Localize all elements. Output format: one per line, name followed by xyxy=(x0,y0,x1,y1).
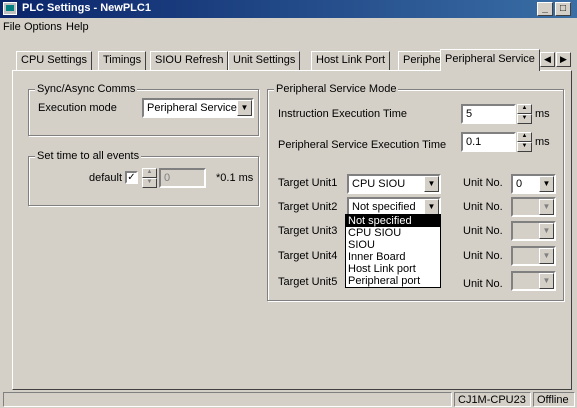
events-value-field: 0 xyxy=(159,168,206,188)
target-unit1-label: Target Unit1 xyxy=(278,177,338,189)
chevron-down-icon[interactable]: ▼ xyxy=(424,176,439,192)
maximize-button[interactable]: □ xyxy=(555,2,571,16)
unit-no-label: Unit No. xyxy=(463,278,503,290)
tab-cpu-settings[interactable]: CPU Settings xyxy=(16,51,93,70)
unit-no-label: Unit No. xyxy=(463,250,503,262)
set-time-events-title: Set time to all events xyxy=(35,150,142,162)
status-connection: Offline xyxy=(533,392,575,407)
tab-scroll-left-icon[interactable]: ◀ xyxy=(540,52,555,67)
target-unit3-no-select: ▼ xyxy=(511,221,556,241)
menu-help[interactable]: Help xyxy=(66,21,89,33)
events-spinner: ▲ ▼ xyxy=(142,168,157,188)
dropdown-option[interactable]: Not specified xyxy=(346,215,440,227)
events-unit-label: *0.1 ms xyxy=(216,172,254,184)
status-bar: CJ1M-CPU23 Offline xyxy=(0,391,577,408)
peripheral-service-mode-title: Peripheral Service Mode xyxy=(274,83,399,95)
target-unit4-label: Target Unit4 xyxy=(278,250,338,262)
sync-async-group: Sync/Async Comms Execution mode Peripher… xyxy=(28,83,259,136)
instruction-exec-time-spinner[interactable]: ▲ ▼ xyxy=(517,104,532,124)
target-unit1-select[interactable]: CPU SIOU ▼ xyxy=(347,174,441,194)
menu-options[interactable]: Options xyxy=(24,21,62,33)
menu-file[interactable]: File xyxy=(3,21,21,33)
sync-async-title: Sync/Async Comms xyxy=(35,83,138,95)
target-unit5-label: Target Unit5 xyxy=(278,276,338,288)
spin-down-icon[interactable]: ▼ xyxy=(517,142,532,152)
tab-host-link-port[interactable]: Host Link Port xyxy=(311,51,391,70)
chevron-down-icon[interactable]: ▼ xyxy=(424,199,439,215)
peripheral-exec-unit: ms xyxy=(535,136,550,148)
execution-mode-select[interactable]: Peripheral Service ▼ xyxy=(142,98,254,118)
tab-unit-settings[interactable]: Unit Settings xyxy=(228,51,301,70)
status-message-cell xyxy=(3,392,452,407)
chevron-down-icon: ▼ xyxy=(539,223,554,239)
tab-scroll-right-icon[interactable]: ▶ xyxy=(556,52,571,67)
default-label: default xyxy=(89,172,123,184)
menu-bar: File Options Help xyxy=(0,18,577,36)
default-checkbox[interactable]: ✓ xyxy=(125,171,138,184)
plc-app-icon xyxy=(3,2,17,15)
execution-mode-label: Execution mode xyxy=(38,102,117,114)
minimize-button[interactable]: _ xyxy=(537,2,553,16)
spin-up-icon: ▲ xyxy=(142,168,157,178)
status-model: CJ1M-CPU23 xyxy=(454,392,531,407)
target-unit3-label: Target Unit3 xyxy=(278,225,338,237)
spin-down-icon[interactable]: ▼ xyxy=(517,114,532,124)
peripheral-exec-time-field[interactable]: 0.1 xyxy=(461,132,516,152)
spin-up-icon[interactable]: ▲ xyxy=(517,104,532,114)
target-unit4-no-select: ▼ xyxy=(511,246,556,266)
spin-up-icon[interactable]: ▲ xyxy=(517,132,532,142)
chevron-down-icon: ▼ xyxy=(539,199,554,215)
tab-timings[interactable]: Timings xyxy=(98,51,147,70)
unit-no-label: Unit No. xyxy=(463,225,503,237)
chevron-down-icon: ▼ xyxy=(539,248,554,264)
dropdown-option[interactable]: Inner Board xyxy=(346,251,440,263)
tab-peripheral-service[interactable]: Peripheral Service xyxy=(440,49,540,71)
instruction-exec-unit: ms xyxy=(535,108,550,120)
chevron-down-icon[interactable]: ▼ xyxy=(539,176,554,192)
instruction-exec-time-field[interactable]: 5 xyxy=(461,104,516,124)
target-unit1-no-select[interactable]: 0 ▼ xyxy=(511,174,556,194)
instruction-exec-time-label: Instruction Execution Time xyxy=(278,108,408,120)
title-bar: PLC Settings - NewPLC1 _ □ xyxy=(0,0,577,18)
dropdown-option[interactable]: Peripheral port xyxy=(346,275,440,287)
dropdown-option[interactable]: Host Link port xyxy=(346,263,440,275)
target-unit2-dropdown-list: Not specified CPU SIOU SIOU Inner Board … xyxy=(345,214,441,288)
dropdown-option[interactable]: CPU SIOU xyxy=(346,227,440,239)
target-unit2-label: Target Unit2 xyxy=(278,201,338,213)
peripheral-exec-time-label: Peripheral Service Execution Time xyxy=(278,139,447,151)
window-title: PLC Settings - NewPLC1 xyxy=(22,2,151,14)
tab-strip: CPU Settings Timings SIOU Refresh Unit S… xyxy=(12,49,572,71)
unit-no-label: Unit No. xyxy=(463,177,503,189)
peripheral-exec-time-spinner[interactable]: ▲ ▼ xyxy=(517,132,532,152)
dropdown-option[interactable]: SIOU xyxy=(346,239,440,251)
target-unit5-no-select: ▼ xyxy=(511,271,556,291)
chevron-down-icon: ▼ xyxy=(539,273,554,289)
target-unit2-no-select: ▼ xyxy=(511,197,556,217)
tab-siou-refresh[interactable]: SIOU Refresh xyxy=(150,51,229,70)
spin-down-icon: ▼ xyxy=(142,178,157,188)
unit-no-label: Unit No. xyxy=(463,201,503,213)
chevron-down-icon[interactable]: ▼ xyxy=(237,100,252,116)
set-time-events-group: Set time to all events default ✓ ▲ ▼ 0 *… xyxy=(28,150,259,206)
